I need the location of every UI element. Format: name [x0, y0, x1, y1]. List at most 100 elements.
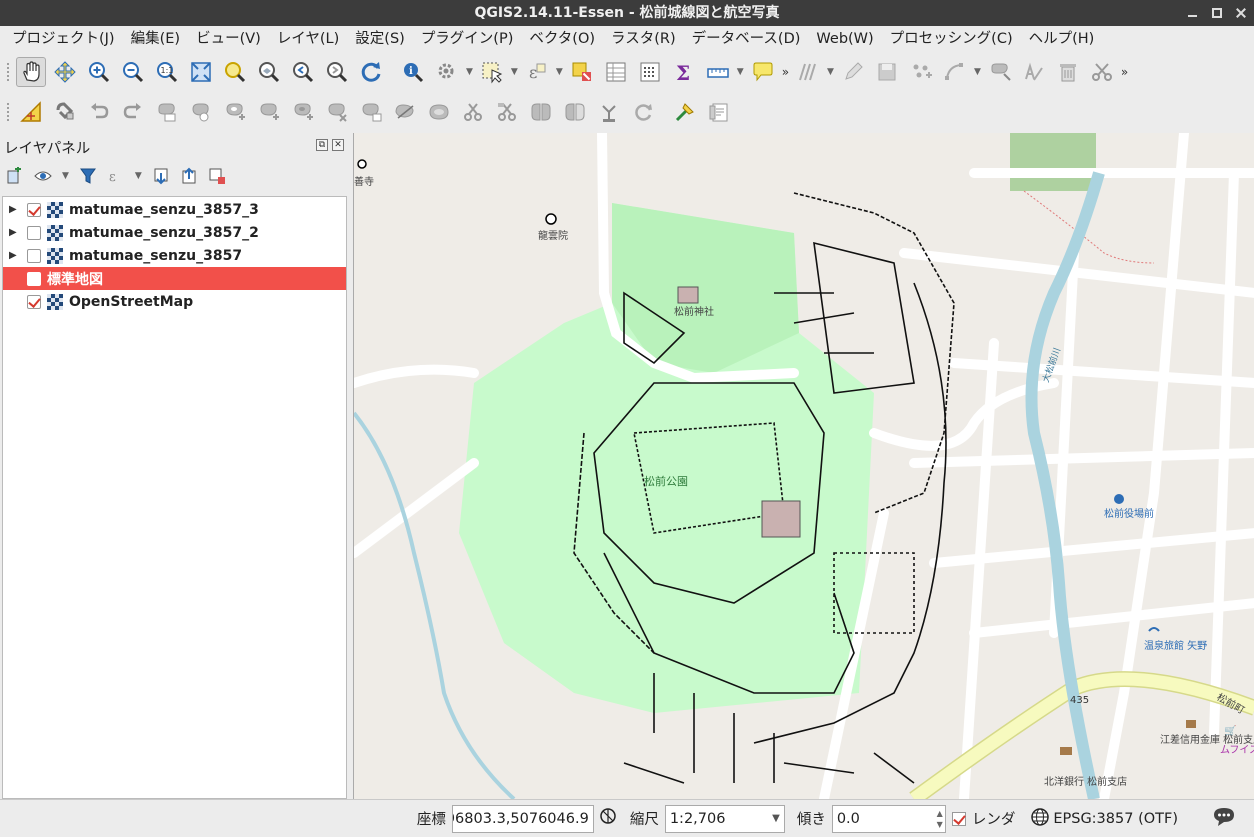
collapse-all-button[interactable] — [178, 165, 200, 187]
minimize-icon[interactable] — [1188, 8, 1198, 18]
chevron-down-icon[interactable]: ▼ — [466, 67, 473, 77]
layer-row[interactable]: ▶ matumae_senzu_3857 — [3, 244, 346, 267]
merge-attributes-button[interactable] — [560, 97, 590, 127]
menu-edit[interactable]: 編集(E) — [123, 26, 188, 52]
render-checkbox[interactable] — [951, 811, 966, 826]
digitize-tool-button[interactable] — [793, 57, 823, 87]
chevron-down-icon[interactable]: ▼ — [556, 67, 563, 77]
delete-ring-button[interactable] — [322, 97, 352, 127]
menu-web[interactable]: Web(W) — [808, 26, 881, 52]
layer-visibility-checkbox[interactable] — [27, 225, 41, 240]
maximize-icon[interactable] — [1212, 8, 1222, 18]
measure-button[interactable] — [703, 57, 733, 87]
attribute-table-button[interactable] — [601, 57, 631, 87]
close-icon[interactable] — [1236, 8, 1246, 18]
filter-legend-button[interactable] — [77, 165, 99, 187]
chevron-down-icon[interactable]: ▼ — [62, 171, 69, 181]
expression-select-button[interactable]: ε — [522, 57, 552, 87]
chevron-down-icon[interactable]: ▼ — [135, 171, 142, 181]
menu-raster[interactable]: ラスタ(R) — [603, 26, 684, 52]
filter-expression-button[interactable]: ε — [105, 165, 127, 187]
select-button[interactable] — [477, 57, 507, 87]
add-feature-button[interactable] — [906, 57, 936, 87]
chevron-down-icon[interactable]: ▼ — [511, 67, 518, 77]
coordinate-field[interactable]: 15596803.3,5076046.9 — [451, 804, 594, 833]
deselect-button[interactable] — [567, 57, 597, 87]
identify-button[interactable]: i — [398, 57, 428, 87]
menu-view[interactable]: ビュー(V) — [188, 26, 269, 52]
globe-icon[interactable] — [1031, 807, 1050, 830]
delete-part-button[interactable] — [356, 97, 386, 127]
python-console-button[interactable] — [670, 97, 700, 127]
layer-row-selected[interactable]: 標準地図 — [3, 267, 346, 290]
toggle-editing-button[interactable] — [838, 57, 868, 87]
zoom-full-button[interactable] — [186, 57, 216, 87]
refresh-button[interactable] — [356, 57, 386, 87]
expand-arrow-icon[interactable]: ▶ — [9, 250, 23, 261]
chevron-down-icon[interactable]: ▼ — [737, 67, 744, 77]
toolbar-grip[interactable] — [6, 102, 10, 122]
expand-arrow-icon[interactable]: ▶ — [9, 227, 23, 238]
remove-layer-button[interactable] — [206, 165, 228, 187]
edit-attributes-button[interactable] — [1019, 57, 1049, 87]
node-tool-button[interactable] — [940, 57, 970, 87]
move-feature-button[interactable] — [985, 57, 1015, 87]
field-calculator-button[interactable] — [635, 57, 665, 87]
statistics-button[interactable]: Σ — [669, 57, 699, 87]
split-features-button[interactable] — [458, 97, 488, 127]
map-canvas[interactable]: 🛒 善寺 龍雲院 松前神社 松前公園 松前役場前 温泉旅館 矢野 435 大松前… — [353, 133, 1254, 799]
menu-vector[interactable]: ベクタ(O) — [521, 26, 603, 52]
zoom-to-selection-button[interactable] — [220, 57, 250, 87]
zoom-last-button[interactable] — [288, 57, 318, 87]
toolbar-overflow-icon[interactable]: » — [782, 65, 789, 79]
merge-features-button[interactable] — [526, 97, 556, 127]
delete-selected-button[interactable] — [1053, 57, 1083, 87]
add-part-button[interactable] — [254, 97, 284, 127]
pan-button[interactable] — [16, 57, 46, 87]
menu-help[interactable]: ヘルプ(H) — [1021, 26, 1103, 52]
layer-visibility-checkbox[interactable] — [27, 202, 41, 217]
layer-visibility-checkbox[interactable] — [27, 294, 41, 309]
digitize-button[interactable] — [16, 97, 46, 127]
zoom-to-layer-button[interactable] — [254, 57, 284, 87]
toggle-extents-icon[interactable] — [600, 807, 618, 830]
split-parts-button[interactable] — [492, 97, 522, 127]
notes-button[interactable] — [704, 97, 734, 127]
chevron-down-icon[interactable]: ▼ — [827, 67, 834, 77]
rotation-spinbox[interactable]: 0.0 ▲ ▼ — [831, 804, 946, 833]
toolbar-grip[interactable] — [6, 62, 10, 82]
save-edits-button[interactable] — [872, 57, 902, 87]
reshape-button[interactable] — [390, 97, 420, 127]
snap-button[interactable] — [50, 97, 80, 127]
menu-settings[interactable]: 設定(S) — [347, 26, 413, 52]
simplify-button[interactable] — [186, 97, 216, 127]
layer-visibility-checkbox[interactable] — [27, 248, 41, 263]
menu-project[interactable]: プロジェクト(J) — [4, 26, 123, 52]
layer-row[interactable]: ▶ matumae_senzu_3857_2 — [3, 221, 346, 244]
menu-database[interactable]: データベース(D) — [684, 26, 809, 52]
zoom-in-button[interactable] — [84, 57, 114, 87]
pan-to-selection-button[interactable] — [50, 57, 80, 87]
chevron-down-icon[interactable]: ▼ — [974, 67, 981, 77]
zoom-next-button[interactable] — [322, 57, 352, 87]
rotate-feature-button[interactable] — [152, 97, 182, 127]
zoom-out-button[interactable] — [118, 57, 148, 87]
chevron-down-icon[interactable]: ▼ — [772, 806, 780, 832]
menu-plugins[interactable]: プラグイン(P) — [413, 26, 522, 52]
menu-processing[interactable]: プロセッシング(C) — [882, 26, 1021, 52]
scale-combobox[interactable]: 1:2,706 ▼ — [664, 804, 785, 833]
undo-button[interactable] — [84, 97, 114, 127]
float-panel-icon[interactable]: ⧉ — [316, 139, 328, 151]
toolbar-overflow-icon[interactable]: » — [1121, 65, 1128, 79]
annotation-button[interactable] — [748, 57, 778, 87]
fill-ring-button[interactable] — [288, 97, 318, 127]
messages-icon[interactable] — [1212, 806, 1236, 832]
close-panel-icon[interactable]: ✕ — [332, 139, 344, 151]
action-button[interactable] — [432, 57, 462, 87]
manage-visibility-button[interactable] — [32, 165, 54, 187]
rotate-label-button[interactable] — [628, 97, 658, 127]
crs-button[interactable]: EPSG:3857 (OTF) — [1053, 811, 1178, 827]
cut-features-button[interactable] — [1087, 57, 1117, 87]
spin-arrows-icon[interactable]: ▲ ▼ — [937, 808, 943, 830]
add-group-button[interactable] — [4, 165, 26, 187]
